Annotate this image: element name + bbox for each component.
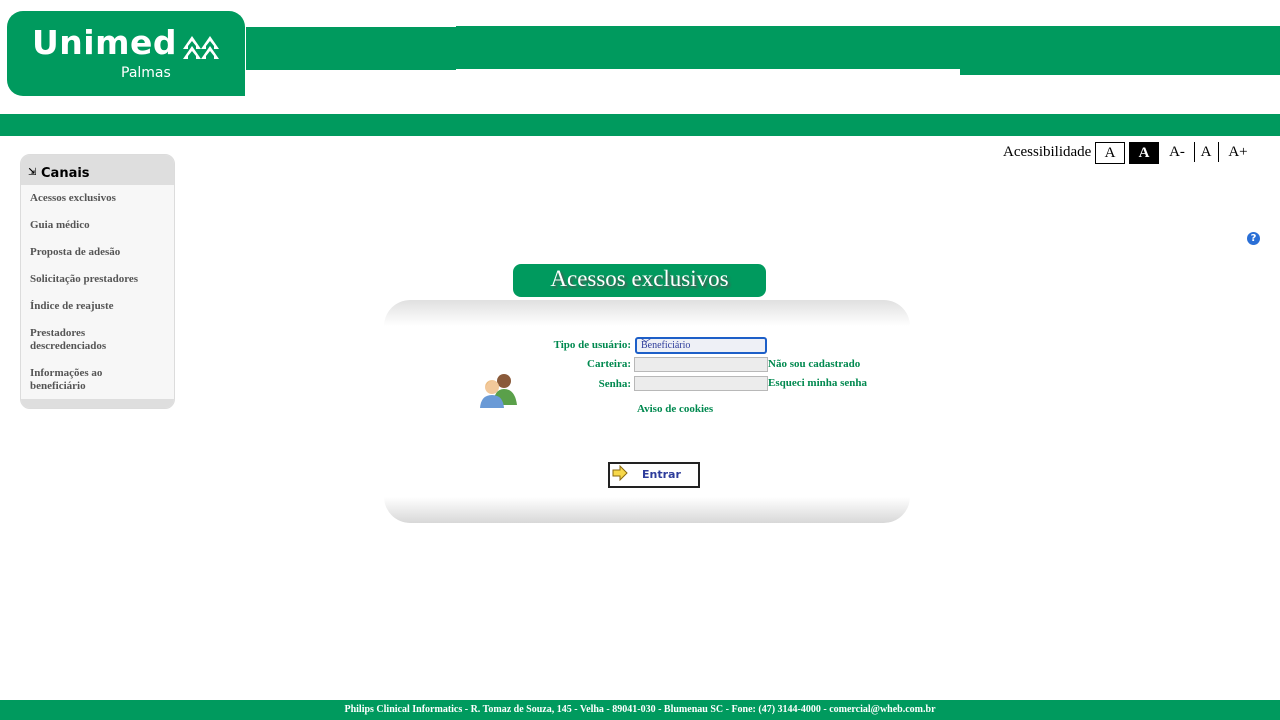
- contrast-normal-button[interactable]: A: [1095, 142, 1125, 164]
- sidebar-item-solicitacao-prestadores[interactable]: Solicitação prestadores: [30, 273, 150, 286]
- header-band-right: [960, 26, 1280, 75]
- card-input[interactable]: [634, 357, 768, 372]
- sidebar-item-informacoes-beneficiario[interactable]: Informações ao beneficiário: [30, 367, 120, 393]
- enter-button[interactable]: Entrar: [608, 462, 700, 488]
- question-circle-icon[interactable]: ?: [1246, 231, 1261, 246]
- logo-name: Unimed: [32, 23, 177, 62]
- footer: Philips Clinical Informatics - R. Tomaz …: [0, 700, 1280, 720]
- sidebar-canais: ⇲ Canais Acessos exclusivos Guia médico …: [20, 154, 175, 409]
- logo-city: Palmas: [121, 65, 171, 81]
- not-registered-link[interactable]: Não sou cadastrado: [768, 358, 860, 370]
- contrast-high-button[interactable]: A: [1129, 142, 1159, 164]
- arrow-right-icon: [612, 465, 628, 481]
- unimed-logo[interactable]: Unimed Palmas: [7, 11, 245, 96]
- panel-bottom-shade: [384, 497, 910, 523]
- accessibility-label: Acessibilidade: [1003, 144, 1092, 160]
- password-label: Senha:: [598, 378, 631, 390]
- user-type-select[interactable]: Beneficiário ﹀: [635, 337, 767, 354]
- font-increase-button[interactable]: A+: [1225, 142, 1251, 162]
- sidebar-footer: [21, 399, 174, 408]
- header-band-middle: [456, 26, 960, 69]
- cookies-notice-link[interactable]: Aviso de cookies: [637, 403, 713, 415]
- font-decrease-button[interactable]: A-: [1165, 142, 1189, 162]
- footer-contact-text: Philips Clinical Informatics - R. Tomaz …: [344, 704, 936, 715]
- sidebar-item-prestadores-descredenciados[interactable]: Prestadores descredenciados: [30, 327, 120, 353]
- divider: [1194, 142, 1195, 162]
- user-type-label: Tipo de usuário:: [553, 339, 631, 351]
- sidebar-header: ⇲ Canais: [21, 155, 174, 185]
- divider: [1218, 142, 1219, 162]
- sidebar-item-indice-reajuste[interactable]: Índice de reajuste: [30, 300, 150, 313]
- panel-top-shade: [384, 300, 910, 326]
- header: Unimed Palmas: [0, 0, 1280, 114]
- sidebar-item-guia-medico[interactable]: Guia médico: [30, 219, 150, 232]
- font-reset-button[interactable]: A: [1199, 142, 1213, 162]
- collapse-icon[interactable]: ⇲: [28, 167, 36, 178]
- password-input[interactable]: [634, 376, 768, 391]
- sidebar-item-acessos-exclusivos[interactable]: Acessos exclusivos: [30, 192, 150, 205]
- login-title-box: Acessos exclusivos: [513, 264, 766, 297]
- top-nav-bar: ?: [0, 114, 1280, 246]
- sidebar-item-proposta-adesao[interactable]: Proposta de adesão: [30, 246, 150, 259]
- login-title: Acessos exclusivos: [550, 266, 729, 291]
- card-label: Carteira:: [587, 358, 631, 370]
- users-icon: [480, 374, 517, 408]
- header-band-left: [246, 27, 456, 70]
- unimed-pine-icon: [183, 36, 219, 59]
- chevron-down-icon: ﹀: [641, 339, 651, 350]
- sidebar-title: Canais: [41, 166, 90, 181]
- enter-button-label: Entrar: [642, 468, 681, 481]
- forgot-password-link[interactable]: Esqueci minha senha: [768, 377, 867, 389]
